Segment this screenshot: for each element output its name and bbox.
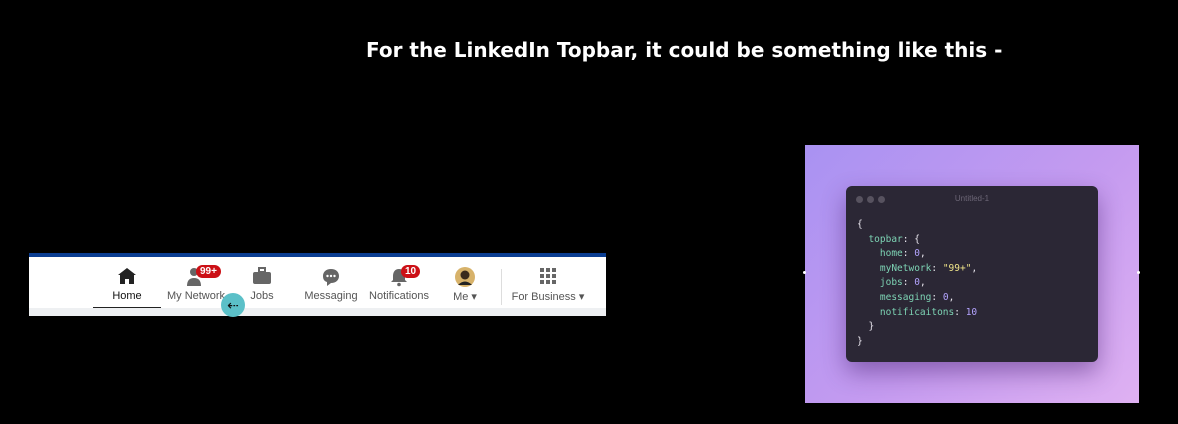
chevron-down-icon: ▾ bbox=[471, 291, 477, 303]
handle-dot bbox=[1137, 271, 1140, 274]
avatar bbox=[449, 267, 481, 287]
nav-item-home[interactable]: Home bbox=[101, 267, 153, 307]
slide-heading: For the LinkedIn Topbar, it could be som… bbox=[366, 38, 1003, 62]
handle-dot bbox=[803, 271, 806, 274]
code-block: { topbar: { home: 0, myNetwork: "99+", j… bbox=[857, 219, 978, 347]
nav-item-notifications[interactable]: 10 Notifications bbox=[367, 265, 431, 307]
briefcase-icon bbox=[247, 267, 277, 287]
nav-item-label: For Business ▾ bbox=[511, 291, 585, 303]
nav-item-my-network[interactable]: 99+ My Network bbox=[164, 265, 228, 307]
bell-icon: 10 bbox=[367, 265, 431, 287]
code-editor-window: Untitled-1 { topbar: { home: 0, myNetwor… bbox=[846, 186, 1098, 362]
nav-item-for-business[interactable]: For Business ▾ bbox=[511, 267, 585, 307]
topbar-bottom-strip bbox=[29, 308, 606, 316]
linkedin-topbar: Home 99+ My Network Jobs Messaging 10 No… bbox=[29, 253, 606, 316]
nav-item-label: Messaging bbox=[304, 290, 358, 302]
network-icon: 99+ bbox=[164, 265, 228, 287]
nav-divider bbox=[501, 269, 502, 305]
nav-item-label: Home bbox=[112, 290, 142, 302]
nav-item-messaging[interactable]: Messaging bbox=[303, 267, 359, 307]
network-badge: 99+ bbox=[196, 265, 221, 278]
pointer-cursor-icon: ⇠ bbox=[221, 293, 245, 317]
nav-item-label: My Network bbox=[166, 290, 226, 302]
messaging-icon bbox=[303, 267, 359, 287]
grid-icon bbox=[511, 267, 585, 287]
chevron-down-icon: ▾ bbox=[578, 291, 585, 303]
notifications-badge: 10 bbox=[401, 265, 421, 278]
home-icon bbox=[101, 267, 153, 287]
editor-title: Untitled-1 bbox=[954, 194, 990, 203]
nav-item-label: Me ▾ bbox=[453, 291, 477, 303]
nav-item-jobs[interactable]: Jobs bbox=[247, 267, 277, 307]
nav-item-me[interactable]: Me ▾ bbox=[449, 267, 481, 307]
nav-item-label: Jobs bbox=[250, 290, 274, 302]
nav-item-label: Notifications bbox=[369, 290, 429, 302]
